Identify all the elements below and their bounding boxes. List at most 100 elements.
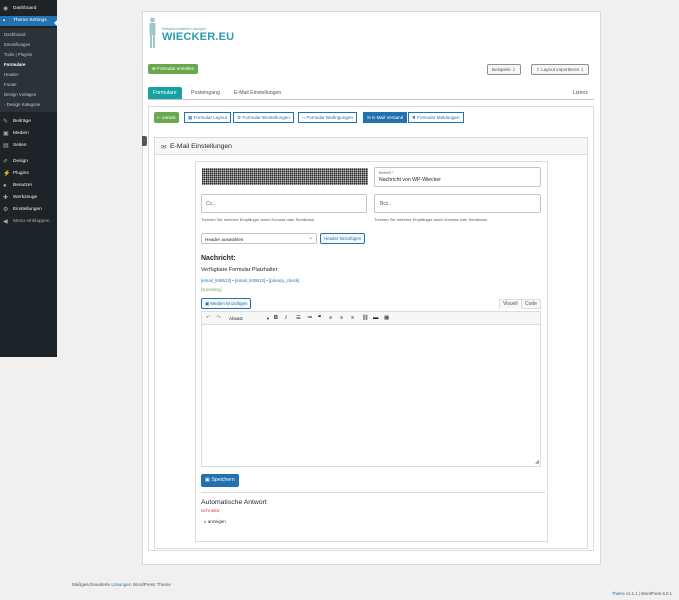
- tab-email-einstellungen[interactable]: E-Mail Einstellungen: [229, 87, 286, 99]
- subtab-formular-einstellungen[interactable]: ⚙ Formular-Einstellungen: [233, 112, 294, 123]
- sidebar-item-medien[interactable]: ▣ Medien: [0, 129, 57, 139]
- subject-value: Nachricht von WP-Wiecker: [379, 177, 441, 183]
- save-button[interactable]: ▣ Speichern: [201, 474, 239, 487]
- undo-icon[interactable]: ↶: [206, 314, 211, 323]
- plug-icon: ⚡: [3, 171, 11, 177]
- person-logo-icon: [149, 17, 156, 48]
- header-select-value: Header auswählen: [205, 237, 244, 242]
- examples-button[interactable]: Beispiele ⇩: [487, 64, 521, 75]
- pages-icon: ▤: [3, 143, 9, 149]
- auto-reply-heading: Automatische Antwort: [201, 499, 267, 506]
- horizontal-rule-icon[interactable]: ▬: [373, 314, 378, 323]
- submenu-item-design-kategorie[interactable]: - Design Kategorie: [0, 100, 57, 110]
- placeholders-label: Verfügbare Formular Platzhalter:: [201, 267, 279, 273]
- subject-label: Betreff *: [379, 170, 394, 175]
- auto-reply-show-toggle[interactable]: ◐ anzeigen: [204, 519, 226, 524]
- subject-field[interactable]: Betreff * Nachricht von WP-Wiecker: [374, 167, 541, 187]
- subtab-formular-meldungen[interactable]: ✖ Formular Meldungen: [408, 112, 464, 123]
- link-icon[interactable]: ⛓: [362, 314, 369, 323]
- logo-wordmark: WIECKER.EU: [162, 31, 235, 43]
- brush-icon: ✐: [3, 159, 9, 165]
- section-title: E-Mail Einstellungen: [170, 143, 232, 150]
- sidebar-toggle-handle[interactable]: [142, 136, 147, 146]
- submenu-item-dashboard[interactable]: Dashboard: [0, 30, 57, 40]
- bcc-hint: Trennen Sie mehrere Empfänger durch Komm…: [374, 217, 489, 222]
- submenu-item-formulare[interactable]: Formulare: [0, 60, 57, 70]
- chevron-down-icon: ⌄: [308, 235, 313, 241]
- cc-hint: Trennen Sie mehrere Empfänger durch Komm…: [201, 217, 316, 222]
- sidebar-item-benutzer[interactable]: ● Benutzer: [0, 181, 57, 191]
- envelope-icon: ✉: [161, 144, 167, 151]
- tab-posteingang[interactable]: Posteingang: [186, 87, 225, 99]
- header-select[interactable]: Header auswählen ⌄: [201, 233, 317, 244]
- align-right-icon[interactable]: ≡: [351, 314, 354, 323]
- auto-reply-status: nicht aktiv: [201, 508, 220, 513]
- create-form-button[interactable]: ⊕ Formular erstellen: [148, 64, 199, 74]
- download-icon: ⇩: [579, 67, 585, 72]
- main-tabs: Formulare Posteingang E-Mail Einstellung…: [148, 87, 594, 100]
- section-header: ✉ E-Mail Einstellungen: [155, 138, 587, 155]
- cc-placeholder: Cc..: [206, 201, 215, 207]
- sidebar-item-theme-settings[interactable]: ▪ Theme Settings: [0, 16, 57, 26]
- bullet-list-icon[interactable]: ☰: [296, 314, 301, 323]
- quote-icon[interactable]: ❝: [318, 314, 321, 323]
- dashboard-icon: ◉: [3, 6, 9, 12]
- sidebar-item-design[interactable]: ✐ Design: [0, 157, 57, 167]
- format-select[interactable]: Absatz ▾: [229, 314, 269, 323]
- sidebar-collapse-menu[interactable]: ◀ Menü einklappen: [0, 217, 57, 227]
- header-add-button[interactable]: Header hinzufügen: [320, 233, 366, 244]
- submenu-item-header[interactable]: Header: [0, 70, 57, 80]
- sidebar-item-werkzeuge[interactable]: ✚ Werkzeuge: [0, 193, 57, 203]
- placeholders-list: [email_849513] • [email_849513] • [priva…: [201, 278, 300, 283]
- numbered-list-icon[interactable]: ≔: [307, 314, 312, 323]
- align-center-icon[interactable]: ≡: [340, 314, 343, 323]
- submenu-item-tools[interactable]: Tools | Plugins: [0, 50, 57, 60]
- tab-code[interactable]: Code: [521, 299, 541, 309]
- sidebar-item-seiten[interactable]: ▤ Seiten: [0, 141, 57, 151]
- chevron-down-icon: ▾: [266, 316, 269, 321]
- subtab-formular-bedingungen[interactable]: ‹› Formular Bedingungen: [298, 112, 358, 123]
- user-icon: ●: [3, 183, 7, 189]
- submenu-item-design-vorlagen[interactable]: Design Vorlagen: [0, 90, 57, 100]
- subtab-email-versand[interactable]: ✉ E-Mail Versand: [363, 112, 408, 123]
- placeholder-tag[interactable]: [email_849513]: [235, 278, 265, 283]
- bcc-field[interactable]: Bcc..: [374, 194, 541, 213]
- collapse-icon: ◀: [3, 219, 8, 225]
- recipient-field-obscured[interactable]: [202, 168, 368, 185]
- placeholder-tag[interactable]: [email_849513]: [201, 278, 231, 283]
- message-heading: Nachricht:: [201, 255, 236, 262]
- summary-placeholder[interactable]: [summary]: [201, 287, 222, 292]
- submenu-item-footer[interactable]: Footer: [0, 80, 57, 90]
- submenu-item-einstellungen[interactable]: Einstellungen: [0, 40, 57, 50]
- placeholder-tag[interactable]: [privacy_check]: [269, 278, 299, 283]
- subtab-formular-layout[interactable]: ▦ Formular Layout: [184, 112, 232, 123]
- import-layout-button[interactable]: ⇪ Layout importieren ⇩: [531, 64, 590, 75]
- bcc-placeholder: Bcc..: [380, 201, 392, 207]
- toolbar-toggle-icon[interactable]: ▦: [384, 314, 389, 323]
- footer-credit: Maßgeschneiderte Lösungen WordPress Them…: [72, 582, 171, 587]
- message-editor[interactable]: ◢: [201, 325, 541, 467]
- resize-handle-icon[interactable]: ◢: [535, 460, 539, 465]
- sidebar-item-beitraege[interactable]: ✎ Beiträge: [0, 117, 57, 127]
- italic-icon[interactable]: I: [285, 314, 287, 323]
- wrench-icon: ✚: [3, 195, 9, 201]
- add-media-button[interactable]: ▣ Medien hinzufügen: [201, 298, 252, 309]
- editor-toolbar: ↶ ↷ Absatz ▾ B I ☰ ≔ ❝ ≡ ≡ ≡ ⛓ ▬ ▦: [201, 311, 541, 325]
- sidebar-item-dashboard[interactable]: ◉ Dashboard: [0, 4, 57, 14]
- import-icon: ⇩: [510, 67, 516, 72]
- sidebar-item-plugins[interactable]: ⚡ Plugins: [0, 169, 57, 179]
- tab-formulare[interactable]: Formulare: [148, 87, 182, 99]
- footer-version: Theme v1.1.1 | WordPress 6.0.1: [611, 591, 672, 596]
- back-button[interactable]: ⇠ zurück: [154, 112, 179, 123]
- admin-sidebar: ◉ Dashboard ▪ Theme Settings Dashboard E…: [0, 0, 58, 357]
- bold-icon[interactable]: B: [274, 314, 278, 323]
- license-link[interactable]: Lizenz: [573, 90, 588, 96]
- pin-icon: ✎: [3, 119, 9, 125]
- tab-visual[interactable]: Visuell: [499, 299, 522, 309]
- align-left-icon[interactable]: ≡: [329, 314, 332, 323]
- media-icon: ▣: [3, 131, 9, 137]
- divider: [201, 492, 545, 493]
- sidebar-item-einstellungen[interactable]: ⚙ Einstellungen: [0, 205, 57, 215]
- cc-field[interactable]: Cc..: [201, 194, 367, 213]
- redo-icon[interactable]: ↷: [216, 314, 221, 323]
